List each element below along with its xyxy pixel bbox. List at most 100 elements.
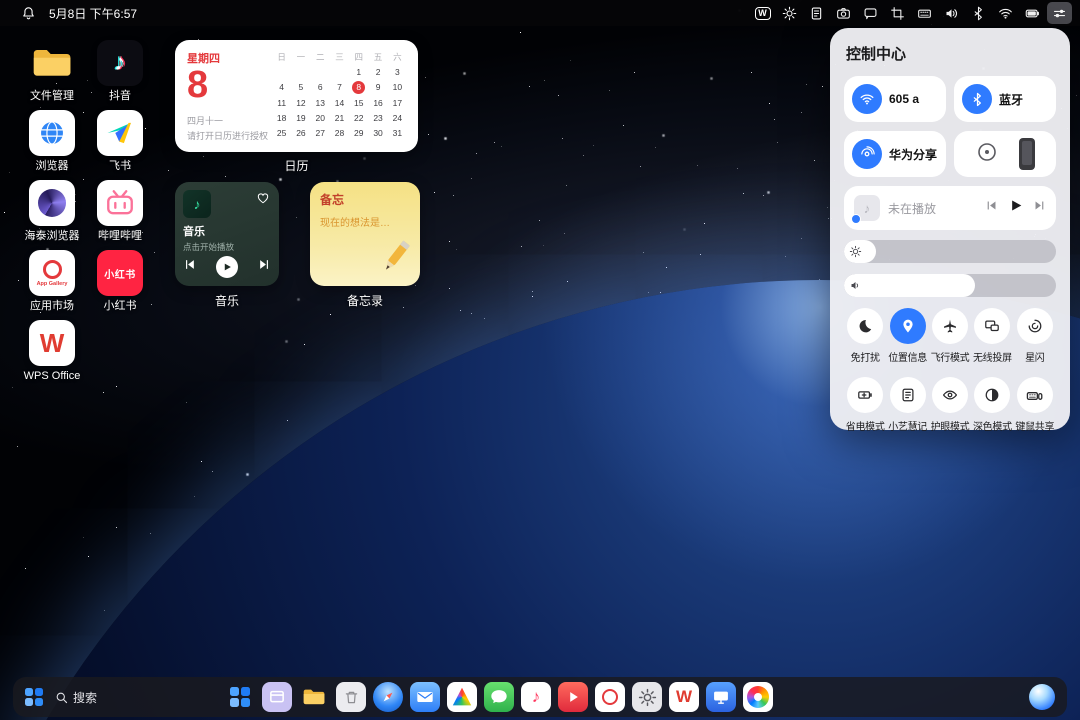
dock-app-email[interactable] <box>410 682 440 712</box>
calendar-day: 25 <box>273 127 290 139</box>
calendar-widget-label: 日历 <box>175 157 418 174</box>
chat-icon[interactable] <box>858 2 883 24</box>
nearlink-icon <box>1017 308 1053 344</box>
toggle-label: 深色模式 <box>971 418 1013 433</box>
media-play-icon[interactable] <box>1008 198 1023 218</box>
toggle-label: 护眼模式 <box>929 418 971 433</box>
toggle-location[interactable]: 位置信息 <box>886 308 928 364</box>
dark-mode-icon <box>974 377 1010 413</box>
toggle-do-not-disturb[interactable]: 免打扰 <box>844 308 886 364</box>
wifi-icon[interactable] <box>993 2 1018 24</box>
toggle-airplane-mode[interactable]: 飞行模式 <box>929 308 971 364</box>
wifi-button[interactable]: 605 a <box>844 76 946 122</box>
super-device-button[interactable] <box>954 131 1056 177</box>
desktop-icon-feishu[interactable]: 飞书 <box>88 110 152 173</box>
desktop-icon-haitai-browser[interactable]: 海泰浏览器 <box>20 180 84 243</box>
volume-icon[interactable] <box>939 2 964 24</box>
memo-widget-label: 备忘录 <box>310 292 420 309</box>
toggle-eye-comfort[interactable]: 护眼模式 <box>929 377 971 433</box>
desktop-icon-wps-office[interactable]: W WPS Office <box>20 320 84 383</box>
phone-device-icon[interactable] <box>1019 138 1035 170</box>
calendar-day: 17 <box>389 97 406 109</box>
dock-app-computer-manager[interactable] <box>706 682 736 712</box>
dock-app-wps[interactable]: W <box>669 682 699 712</box>
douyin-icon: ♪ <box>97 40 143 86</box>
battery-icon[interactable] <box>1020 2 1045 24</box>
dock-app-messages[interactable] <box>484 682 514 712</box>
dock-app-window-manager[interactable] <box>262 682 292 712</box>
calendar-day: 19 <box>292 112 309 124</box>
calendar-day: 4 <box>273 81 290 93</box>
heart-icon[interactable] <box>256 191 270 210</box>
media-previous-icon[interactable] <box>985 199 998 217</box>
notes-icon[interactable] <box>804 2 829 24</box>
battery-saver-icon <box>847 377 883 413</box>
dock-app-trash[interactable] <box>336 682 366 712</box>
desktop-icon-douyin[interactable]: ♪ 抖音 <box>88 40 152 103</box>
calendar-day-header: 一 <box>292 51 309 63</box>
camera-icon[interactable] <box>831 2 856 24</box>
calendar-day: 28 <box>331 127 348 139</box>
bluetooth-button[interactable]: 蓝牙 <box>954 76 1056 122</box>
desktop-icon-xiaohongshu[interactable]: 小红书 小红书 <box>88 250 152 313</box>
assistant-sphere-icon[interactable] <box>1029 684 1055 710</box>
keyboard-icon[interactable] <box>912 2 937 24</box>
next-track-icon[interactable] <box>258 258 271 276</box>
dock-app-video[interactable] <box>558 682 588 712</box>
toggle-ai-notes[interactable]: 小艺慧记 <box>886 377 928 433</box>
previous-track-icon[interactable] <box>183 258 196 276</box>
toggle-wireless-cast[interactable]: 无线投屏 <box>971 308 1013 364</box>
dock-app-browser[interactable] <box>373 682 403 712</box>
media-next-icon[interactable] <box>1033 199 1046 217</box>
screenshot-icon[interactable] <box>885 2 910 24</box>
dock-app-launchpad[interactable] <box>225 682 255 712</box>
notification-bell-icon[interactable] <box>16 2 41 24</box>
wps-tray-icon[interactable]: W <box>750 2 775 24</box>
dock-search[interactable]: 搜索 <box>55 689 97 706</box>
dock-app-app-center[interactable] <box>447 682 477 712</box>
control-center-toggle-icon[interactable] <box>1047 2 1072 24</box>
dock-app-app-gallery[interactable] <box>595 682 625 712</box>
gear-icon[interactable] <box>777 2 802 24</box>
launcher-grid-icon[interactable] <box>25 688 43 706</box>
calendar-day <box>312 66 329 78</box>
desktop-icon-file-manager[interactable]: 文件管理 <box>20 40 84 103</box>
calendar-day: 24 <box>389 112 406 124</box>
memo-title: 备忘 <box>320 191 410 208</box>
desktop-icon-label: 小红书 <box>88 300 152 313</box>
cast-icon <box>974 308 1010 344</box>
music-note-glyph: ♪ <box>114 49 126 77</box>
dock-app-settings[interactable] <box>632 682 662 712</box>
volume-slider[interactable] <box>844 274 1056 297</box>
dock-app-music[interactable]: ♪ <box>521 682 551 712</box>
bluetooth-icon[interactable] <box>966 2 991 24</box>
play-button[interactable] <box>216 256 238 278</box>
desktop-icon-app-market[interactable]: App Gallery 应用市场 <box>20 250 84 313</box>
dock-app-files[interactable] <box>299 682 329 712</box>
desktop-icon-bilibili[interactable]: 哔哩哔哩 <box>88 180 152 243</box>
feishu-icon <box>97 110 143 156</box>
desktop-icon-browser[interactable]: 浏览器 <box>20 110 84 173</box>
music-widget[interactable]: ♪ 音乐 点击开始播放 <box>175 182 279 286</box>
media-player-widget[interactable]: ♪ 未在播放 <box>844 186 1056 230</box>
monitor-icon <box>711 687 731 707</box>
toggle-keyboard-mouse-share[interactable]: 键鼠共享 <box>1014 377 1056 433</box>
calendar-day: 5 <box>292 81 309 93</box>
memo-widget[interactable]: 备忘 现在的想法是… <box>310 182 420 286</box>
calendar-widget[interactable]: 星期四 8 四月十一 请打开日历进行授权 日一二三四五六 1 2 3 4 5 6 7 8 9 10 1… <box>175 40 418 152</box>
toggle-dark-mode[interactable]: 深色模式 <box>971 377 1013 433</box>
dock-app-gallery[interactable] <box>743 682 773 712</box>
huawei-share-button[interactable]: 华为分享 <box>844 131 946 177</box>
toggle-nearlink[interactable]: 星闪 <box>1014 308 1056 364</box>
toggle-power-saving[interactable]: 省电模式 <box>844 377 886 433</box>
calendar-day-header: 三 <box>331 51 348 63</box>
app-gallery-icon: App Gallery <box>29 250 75 296</box>
brightness-slider[interactable] <box>844 240 1056 263</box>
menubar: 5月8日 下午6:57 W <box>0 0 1080 26</box>
calendar-lunar-date: 四月十一 <box>187 114 273 127</box>
wps-letter: W <box>40 328 65 359</box>
memo-body: 现在的想法是… <box>320 214 410 229</box>
music-widget-title: 音乐 <box>183 223 271 239</box>
volume-speaker-icon <box>849 279 862 292</box>
file-manager-icon <box>29 40 75 86</box>
